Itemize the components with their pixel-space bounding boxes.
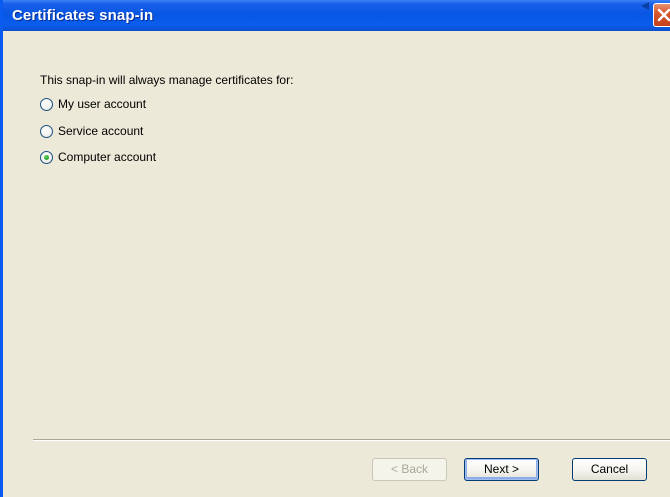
close-icon — [657, 8, 670, 22]
dialog-window: Certificates snap-in This snap-in will a… — [0, 0, 670, 497]
radio-label: Computer account — [58, 150, 157, 164]
radio-my-user-account[interactable]: My user account — [40, 97, 146, 111]
button-separator — [33, 439, 670, 441]
radio-button-icon[interactable] — [40, 124, 53, 138]
close-button[interactable] — [653, 3, 670, 27]
radio-label: Service account — [58, 124, 144, 138]
back-button[interactable]: < Back — [372, 458, 447, 481]
radio-button-icon[interactable] — [40, 97, 53, 111]
radio-button-checked-icon[interactable] — [40, 150, 53, 164]
radio-service-account[interactable]: Service account — [40, 124, 143, 138]
prompt-label: This snap-in will always manage certific… — [40, 73, 294, 87]
cancel-button[interactable]: Cancel — [572, 458, 647, 481]
next-button[interactable]: Next > — [464, 458, 539, 481]
dialog-content: This snap-in will always manage certific… — [3, 31, 670, 497]
window-title: Certificates snap-in — [12, 7, 154, 24]
title-bar[interactable]: Certificates snap-in — [3, 0, 670, 31]
resize-arrow-icon — [641, 2, 649, 10]
radio-computer-account[interactable]: Computer account — [40, 150, 156, 164]
radio-label: My user account — [58, 97, 147, 111]
